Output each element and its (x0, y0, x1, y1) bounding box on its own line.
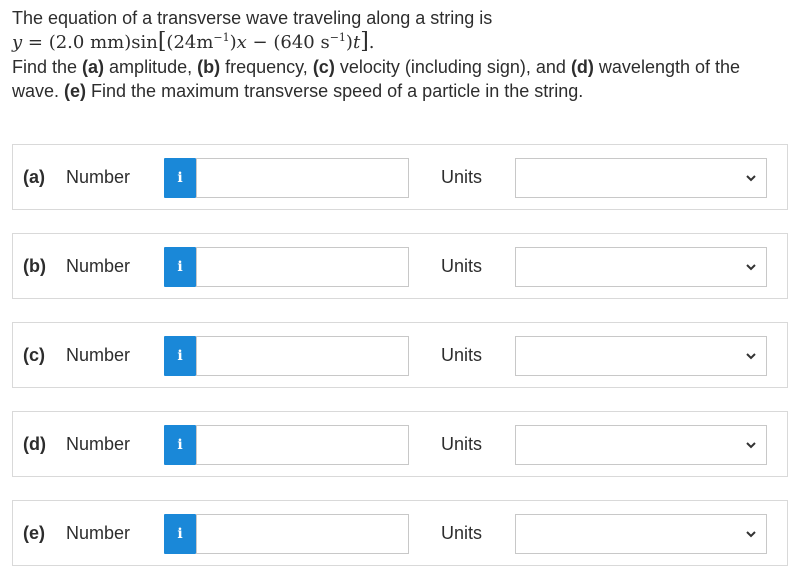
units-label: Units (441, 345, 483, 365)
number-label: Number (66, 434, 131, 454)
answer-row-a: (a) Number i Units (12, 144, 788, 210)
info-icon[interactable]: i (164, 514, 196, 554)
units-dropdown-e[interactable] (515, 514, 767, 554)
chevron-down-icon (746, 531, 756, 538)
units-label: Units (441, 256, 483, 276)
number-input-c[interactable] (196, 336, 409, 376)
chevron-down-icon (746, 353, 756, 360)
answer-row-b: (b) Number i Units (12, 233, 788, 299)
number-label: Number (66, 345, 131, 365)
answer-row-d: (d) Number i Units (12, 411, 788, 477)
units-label: Units (441, 523, 483, 543)
question-intro: The equation of a transverse wave travel… (12, 8, 493, 28)
part-label: (d) (23, 434, 46, 454)
number-input-e[interactable] (196, 514, 409, 554)
answer-row-e: (e) Number i Units (12, 500, 788, 566)
info-icon[interactable]: i (164, 425, 196, 465)
chevron-down-icon (746, 175, 756, 182)
number-label: Number (66, 523, 131, 543)
part-label: (a) (23, 167, 45, 187)
question-tasks-line2: wave. (e) Find the maximum transverse sp… (12, 81, 584, 101)
number-input-b[interactable] (196, 247, 409, 287)
number-input-a[interactable] (196, 158, 409, 198)
chevron-down-icon (746, 442, 756, 449)
question-tasks-line1: Find the (a) amplitude, (b) frequency, (… (12, 57, 741, 77)
part-label: (b) (23, 256, 46, 276)
number-input-d[interactable] (196, 425, 409, 465)
answer-row-c: (c) Number i Units (12, 322, 788, 388)
info-icon[interactable]: i (164, 336, 196, 376)
info-icon[interactable]: i (164, 247, 196, 287)
number-label: Number (66, 256, 131, 276)
wave-equation: y = (2.0 mm)sin[(24m−1)x − (640 s−1)t]. (12, 29, 375, 54)
chevron-down-icon (746, 264, 756, 271)
number-label: Number (66, 167, 131, 187)
units-dropdown-a[interactable] (515, 158, 767, 198)
info-icon[interactable]: i (164, 158, 196, 198)
question-text: The equation of a transverse wave travel… (12, 6, 792, 103)
part-label: (c) (23, 345, 45, 365)
units-dropdown-b[interactable] (515, 247, 767, 287)
units-label: Units (441, 167, 483, 187)
units-dropdown-d[interactable] (515, 425, 767, 465)
part-label: (e) (23, 523, 45, 543)
units-label: Units (441, 434, 483, 454)
units-dropdown-c[interactable] (515, 336, 767, 376)
